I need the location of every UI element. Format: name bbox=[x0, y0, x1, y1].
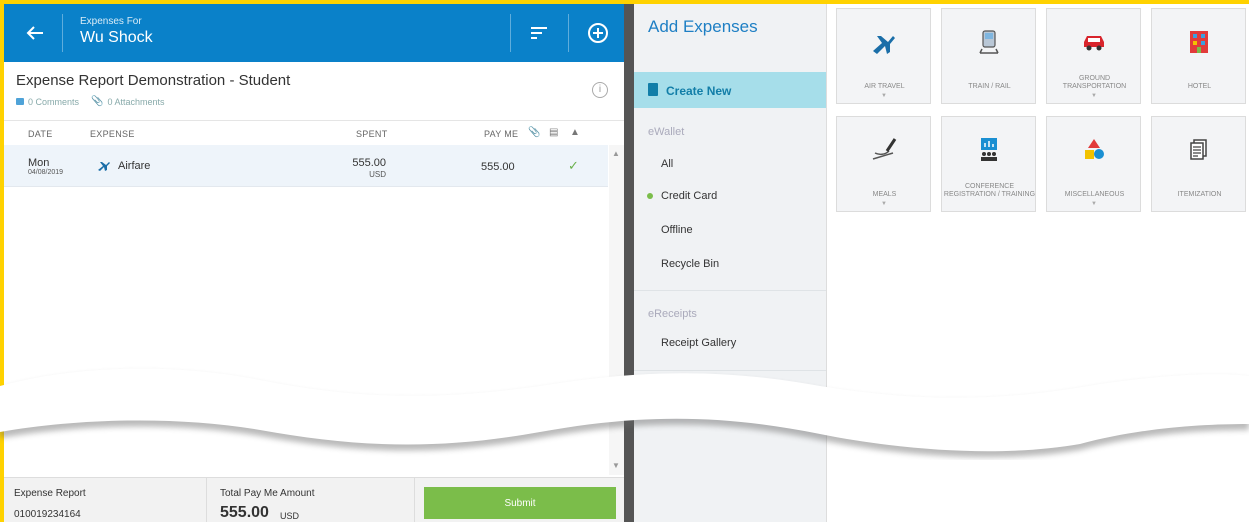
tile-ground-transportation[interactable]: GROUND TRANSPORTATION ▼ bbox=[1046, 8, 1141, 104]
ewallet-section-label: eWallet bbox=[648, 126, 685, 138]
itemization-icon bbox=[1190, 139, 1207, 160]
comment-icon: ▤ bbox=[549, 127, 559, 138]
sort-button[interactable] bbox=[524, 20, 554, 46]
hotel-icon bbox=[1190, 31, 1208, 53]
expense-row[interactable]: Mon 04/08/2019 Airfare 555.00 USD 555.00… bbox=[4, 145, 608, 187]
scrollbar[interactable]: ▲ ▼ bbox=[609, 145, 624, 475]
column-date[interactable]: DATE bbox=[28, 129, 53, 139]
report-id: 010019234164 bbox=[14, 509, 81, 520]
tile-label: AIR TRAVEL bbox=[864, 83, 905, 90]
expense-report-pane: Expenses For Wu Shock Expense Report Dem… bbox=[4, 4, 624, 522]
back-button[interactable] bbox=[12, 4, 58, 62]
sort-icon bbox=[531, 27, 547, 39]
sidebar-item-recycle-bin[interactable]: Recycle Bin bbox=[661, 258, 719, 270]
ereceipts-section-label: eReceipts bbox=[648, 308, 697, 320]
tile-label: HOTEL bbox=[1187, 83, 1212, 90]
report-header: Expenses For Wu Shock bbox=[4, 4, 624, 62]
create-new-label: Create New bbox=[666, 84, 732, 98]
sidebar-item-all[interactable]: All bbox=[661, 158, 673, 170]
car-icon bbox=[1084, 36, 1104, 51]
column-spent[interactable]: SPENT bbox=[356, 129, 388, 139]
meals-icon bbox=[872, 138, 897, 160]
comments-link[interactable]: 0 Comments bbox=[28, 97, 79, 107]
paperclip-icon: 📎 bbox=[91, 96, 104, 107]
add-expenses-sidebar: Add Expenses Create New eWallet All Cred… bbox=[634, 4, 826, 522]
chevron-down-icon: ▼ bbox=[1091, 93, 1097, 99]
info-icon[interactable]: i bbox=[592, 82, 608, 98]
row-spent-amount: 555.00 bbox=[352, 157, 386, 169]
sidebar-divider bbox=[634, 290, 826, 291]
tile-miscellaneous[interactable]: MISCELLANEOUS ▼ bbox=[1046, 116, 1141, 212]
comment-icon bbox=[16, 98, 24, 105]
sidebar-item-offline[interactable]: Offline bbox=[661, 224, 693, 236]
paperclip-icon: 📎 bbox=[528, 127, 541, 138]
conference-icon bbox=[981, 138, 997, 161]
column-header-row: DATE EXPENSE SPENT PAY ME 📎 ▤ ▲ bbox=[4, 120, 624, 144]
arrow-left-icon bbox=[26, 26, 43, 40]
total-amount: 555.00 bbox=[220, 504, 269, 521]
plus-circle-icon bbox=[588, 23, 608, 43]
report-title: Expense Report Demonstration - Student bbox=[16, 72, 291, 89]
sidebar-title: Add Expenses bbox=[648, 17, 758, 36]
chevron-down-icon: ▼ bbox=[1091, 201, 1097, 207]
column-pay-me[interactable]: PAY ME bbox=[484, 129, 518, 139]
tile-label: GROUND TRANSPORTATION bbox=[1062, 75, 1127, 90]
scroll-up-icon[interactable]: ▲ bbox=[612, 149, 620, 158]
add-expense-button[interactable] bbox=[582, 17, 614, 49]
chevron-down-icon: ▼ bbox=[881, 201, 887, 207]
row-expense-type: Airfare bbox=[118, 160, 151, 172]
row-pay-me-amount: 555.00 bbox=[481, 161, 515, 173]
row-currency: USD bbox=[369, 170, 386, 179]
row-day: Mon bbox=[28, 157, 50, 169]
submit-button[interactable]: Submit bbox=[424, 487, 616, 519]
tile-meals[interactable]: MEALS ▼ bbox=[836, 116, 931, 212]
tile-label: MEALS bbox=[872, 191, 897, 198]
scroll-down-icon[interactable]: ▼ bbox=[612, 461, 620, 470]
header-divider bbox=[62, 14, 63, 52]
total-currency: USD bbox=[280, 511, 300, 521]
airplane-icon bbox=[98, 162, 110, 171]
header-divider bbox=[510, 14, 511, 52]
pane-divider bbox=[624, 4, 634, 522]
warning-icon: ▲ bbox=[570, 127, 581, 138]
footer-divider bbox=[206, 478, 207, 522]
row-date: 04/08/2019 bbox=[28, 169, 64, 176]
tile-hotel[interactable]: HOTEL bbox=[1151, 8, 1246, 104]
shapes-icon bbox=[1085, 139, 1104, 159]
header-divider bbox=[568, 14, 569, 52]
tile-label: MISCELLANEOUS bbox=[1064, 191, 1125, 198]
chevron-down-icon: ▼ bbox=[881, 93, 887, 99]
total-label: Total Pay Me Amount bbox=[220, 488, 315, 499]
tile-train-rail[interactable]: TRAIN / RAIL bbox=[941, 8, 1036, 104]
footer-divider bbox=[414, 478, 415, 522]
header-subtitle: Expenses For bbox=[80, 16, 142, 27]
header-user-name: Wu Shock bbox=[80, 29, 153, 46]
column-expense[interactable]: EXPENSE bbox=[90, 129, 135, 139]
sidebar-item-credit-card[interactable]: Credit Card bbox=[661, 190, 717, 202]
airplane-icon bbox=[873, 36, 895, 54]
report-meta: 0 Comments 📎 0 Attachments bbox=[16, 96, 165, 107]
tile-label: ITEMIZATION bbox=[1177, 191, 1222, 198]
report-footer: Expense Report 010019234164 Total Pay Me… bbox=[4, 477, 624, 522]
selected-dot-icon bbox=[647, 193, 653, 199]
tile-label: CONFERENCE REGISTRATION / TRAINING bbox=[943, 183, 1036, 198]
tile-label: TRAIN / RAIL bbox=[968, 83, 1011, 90]
checkmark-icon: ✓ bbox=[568, 158, 579, 173]
sidebar-divider-right bbox=[826, 4, 827, 522]
tile-conference-training[interactable]: CONFERENCE REGISTRATION / TRAINING bbox=[941, 116, 1036, 212]
train-icon bbox=[979, 30, 999, 54]
tile-air-travel[interactable]: AIR TRAVEL ▼ bbox=[836, 8, 931, 104]
document-icon bbox=[648, 83, 658, 96]
report-label: Expense Report bbox=[14, 488, 86, 499]
tile-itemization[interactable]: ITEMIZATION bbox=[1151, 116, 1246, 212]
create-new-button[interactable]: Create New bbox=[634, 72, 826, 108]
attachments-link[interactable]: 0 Attachments bbox=[107, 97, 164, 107]
sidebar-item-receipt-gallery[interactable]: Receipt Gallery bbox=[661, 337, 736, 349]
sidebar-divider bbox=[634, 370, 826, 371]
